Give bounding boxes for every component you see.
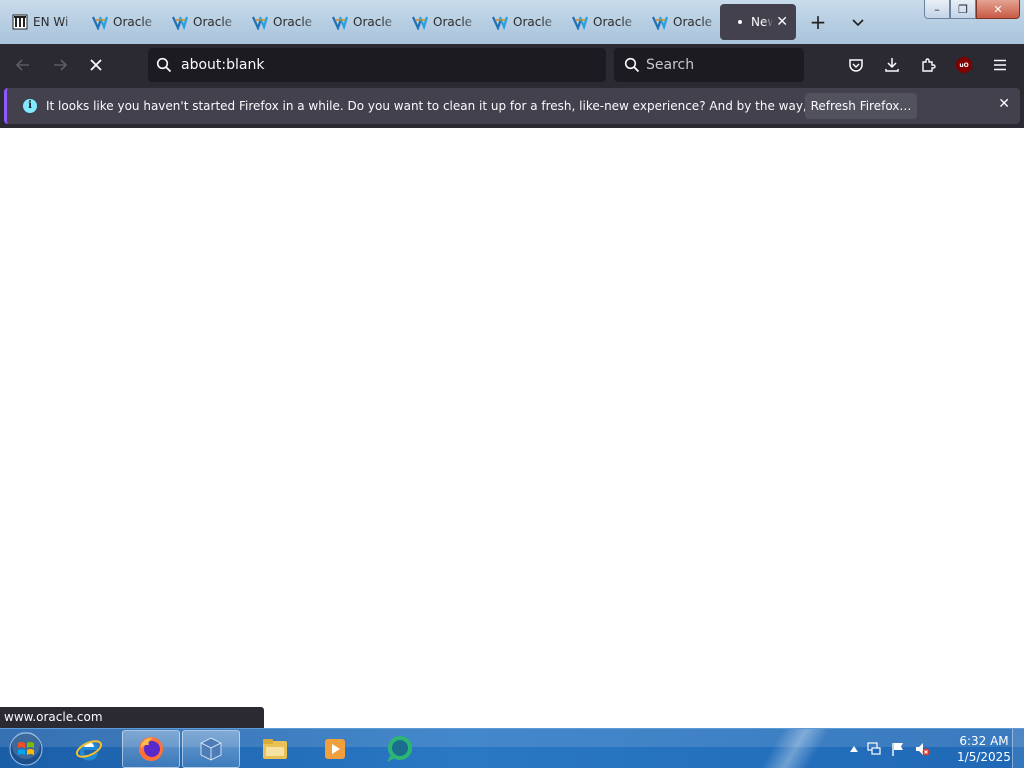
address-bar[interactable]: about:blank bbox=[148, 48, 606, 82]
taskbar-virtualbox[interactable] bbox=[182, 730, 240, 768]
hamburger-menu-icon bbox=[994, 59, 1006, 71]
tab-wikipedia[interactable]: EN Wi bbox=[2, 4, 82, 40]
list-all-tabs-button[interactable] bbox=[844, 8, 872, 36]
tab-label: Oracle bbox=[113, 15, 153, 29]
tab-oracle[interactable]: Oracle bbox=[642, 4, 722, 40]
ublock-origin-button[interactable]: uO bbox=[949, 50, 979, 80]
ublock-origin-icon: uO bbox=[956, 57, 972, 73]
nav-toolbar: about:blank Search uO bbox=[0, 44, 1024, 86]
clock[interactable]: 6:32 AM 1/5/2025 bbox=[952, 733, 1016, 765]
tab-label: Oracle bbox=[593, 15, 633, 29]
tab-oracle[interactable]: Oracle bbox=[562, 4, 642, 40]
internet-explorer-icon bbox=[75, 740, 103, 761]
tab-close-icon[interactable]: ✕ bbox=[776, 13, 788, 31]
window-controls: – ❐ ✕ bbox=[924, 0, 1020, 19]
search-icon bbox=[624, 57, 640, 73]
action-center-tray-button[interactable] bbox=[890, 741, 906, 757]
notification-area: i It looks like you haven't started Fire… bbox=[0, 86, 1024, 128]
tab-label: Oracle bbox=[433, 15, 473, 29]
oracle-icon bbox=[92, 16, 108, 30]
pocket-button[interactable] bbox=[841, 50, 871, 80]
tab-label: EN Wi bbox=[33, 15, 69, 29]
show-desktop-button[interactable] bbox=[1012, 729, 1024, 768]
close-window-button[interactable]: ✕ bbox=[976, 0, 1020, 19]
taskbar-media-player[interactable] bbox=[306, 730, 364, 768]
search-icon bbox=[156, 57, 172, 73]
oracle-icon bbox=[172, 16, 188, 30]
oracle-icon bbox=[412, 16, 428, 30]
refresh-firefox-button[interactable]: Refresh Firefox… bbox=[805, 93, 917, 119]
tab-label: Oracle bbox=[513, 15, 553, 29]
flag-icon bbox=[892, 743, 903, 756]
tab-oracle[interactable]: Oracle bbox=[162, 4, 242, 40]
puzzle-piece-icon bbox=[922, 58, 936, 72]
app-menu-button[interactable] bbox=[985, 50, 1015, 80]
forward-button[interactable] bbox=[45, 50, 75, 80]
media-player-icon bbox=[325, 739, 345, 759]
system-tray: 6:32 AM 1/5/2025 bbox=[834, 729, 1024, 768]
search-bar[interactable]: Search bbox=[614, 48, 804, 82]
forward-arrow-icon bbox=[54, 59, 68, 71]
windows-taskbar: 6:32 AM 1/5/2025 bbox=[0, 728, 1024, 768]
maximize-button[interactable]: ❐ bbox=[950, 0, 976, 19]
taskbar-firefox[interactable] bbox=[122, 730, 180, 768]
firefox-icon bbox=[139, 737, 163, 761]
search-placeholder[interactable]: Search bbox=[646, 57, 694, 73]
show-hidden-icons-arrow[interactable] bbox=[846, 741, 862, 757]
new-tab-button[interactable]: + bbox=[804, 8, 832, 36]
tab-strip: EN Wi Oracle Oracle Oracle Oracle Oracle… bbox=[0, 0, 1024, 44]
tab-oracle[interactable]: Oracle bbox=[242, 4, 322, 40]
wikipedia-icon bbox=[12, 14, 28, 30]
url-text[interactable]: about:blank bbox=[181, 57, 264, 73]
oracle-icon bbox=[492, 16, 508, 30]
status-link-url: www.oracle.com bbox=[0, 707, 264, 728]
notification-message: It looks like you haven't started Firefo… bbox=[46, 99, 902, 113]
info-icon: i bbox=[23, 99, 37, 113]
notification-close-icon[interactable]: ✕ bbox=[998, 96, 1010, 112]
clock-time: 6:32 AM bbox=[959, 734, 1009, 748]
tab-label: Oracle bbox=[193, 15, 233, 29]
oracle-icon bbox=[252, 16, 268, 30]
chat-bubble-icon bbox=[387, 736, 412, 762]
taskbar-chat-app[interactable] bbox=[370, 730, 428, 768]
triangle-up-icon bbox=[850, 746, 858, 752]
pocket-icon bbox=[849, 59, 863, 72]
clock-date: 1/5/2025 bbox=[957, 750, 1011, 764]
refresh-notification-bar: i It looks like you haven't started Fire… bbox=[4, 88, 1020, 124]
tab-label: Oracle bbox=[273, 15, 313, 29]
speaker-muted-icon bbox=[916, 743, 930, 756]
loading-dot-icon bbox=[738, 20, 742, 24]
tab-oracle[interactable]: Oracle bbox=[82, 4, 162, 40]
oracle-icon bbox=[332, 16, 348, 30]
tab-label: Oracle bbox=[353, 15, 393, 29]
minimize-button[interactable]: – bbox=[924, 0, 950, 19]
network-tray-button[interactable] bbox=[866, 741, 882, 757]
taskbar-file-explorer[interactable] bbox=[246, 730, 304, 768]
virtualbox-icon bbox=[200, 737, 222, 761]
page-content[interactable] bbox=[0, 128, 1024, 728]
network-icon bbox=[867, 742, 881, 755]
stop-x-icon bbox=[90, 59, 102, 71]
volume-tray-button[interactable] bbox=[914, 741, 930, 757]
extensions-button[interactable] bbox=[913, 50, 943, 80]
tab-oracle[interactable]: Oracle bbox=[402, 4, 482, 40]
downloads-button[interactable] bbox=[877, 50, 907, 80]
stop-button[interactable] bbox=[81, 50, 111, 80]
tab-oracle[interactable]: Oracle bbox=[322, 4, 402, 40]
tab-label: New bbox=[751, 15, 773, 29]
back-arrow-icon bbox=[15, 59, 29, 71]
tab-new-active[interactable]: New ✕ bbox=[720, 4, 796, 40]
chevron-down-icon bbox=[852, 19, 864, 27]
taskbar-internet-explorer[interactable] bbox=[60, 730, 118, 768]
tab-label: Oracle bbox=[673, 15, 713, 29]
start-button[interactable] bbox=[6, 731, 46, 767]
download-icon bbox=[885, 58, 899, 72]
oracle-icon bbox=[652, 16, 668, 30]
windows-start-orb-icon bbox=[9, 732, 43, 766]
back-button[interactable] bbox=[8, 50, 38, 80]
oracle-icon bbox=[572, 16, 588, 30]
tab-oracle[interactable]: Oracle bbox=[482, 4, 562, 40]
folder-icon bbox=[263, 739, 287, 759]
